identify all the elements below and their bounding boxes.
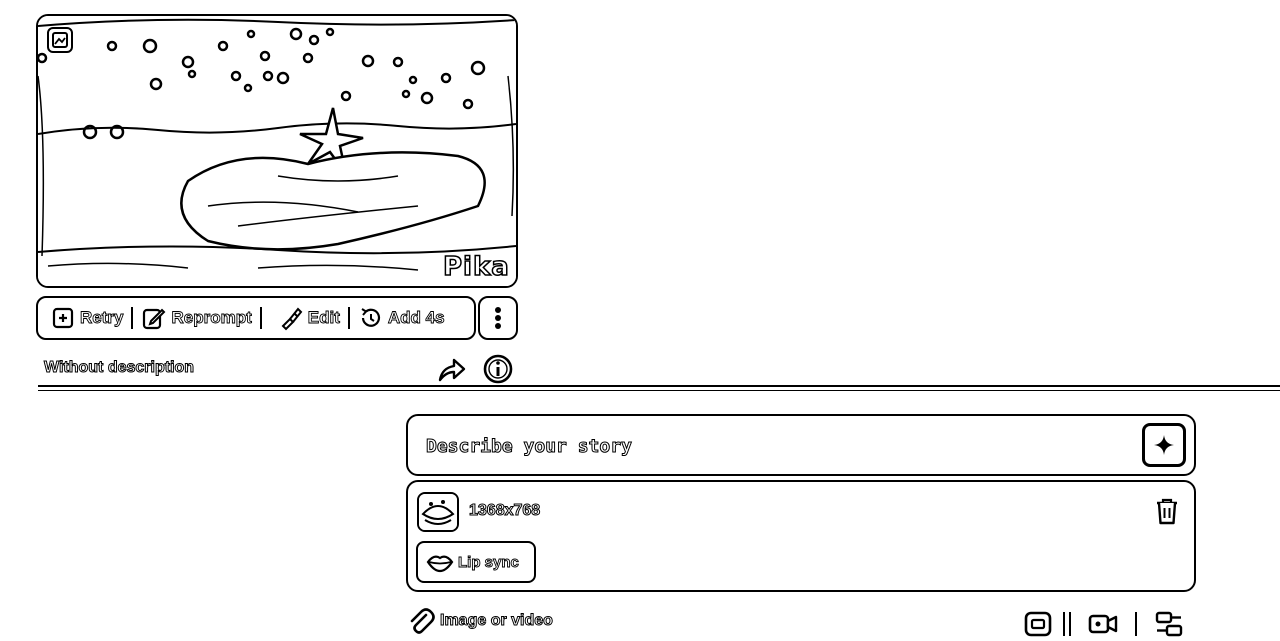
toolbar-separator (1135, 612, 1137, 636)
image-or-video-button[interactable]: Image or video (406, 606, 553, 636)
paperclip-icon (410, 608, 435, 634)
action-separator (131, 307, 134, 329)
image-or-video-label: Image or video (440, 612, 554, 630)
add-4s-label: Add 4s (387, 308, 445, 328)
retry-button[interactable]: Retry (44, 298, 129, 338)
lips-icon (426, 555, 454, 573)
edit-label: Edit (307, 308, 340, 328)
trash-icon[interactable] (1153, 496, 1181, 526)
sparkle-icon (1154, 435, 1174, 455)
section-divider (38, 385, 1280, 387)
retry-label: Retry (80, 308, 124, 328)
lip-sync-label: Lip sync (458, 553, 520, 571)
toolbar-separator (1063, 612, 1065, 636)
video-frame-illustration (38, 16, 516, 286)
section-divider (38, 390, 1280, 391)
clock-add-icon (361, 308, 380, 327)
story-prompt-input[interactable] (426, 432, 1126, 460)
reprompt-icon (143, 308, 166, 330)
more-vertical-icon (495, 307, 501, 329)
pika-watermark: Pika (442, 251, 510, 283)
attachment-thumbnail[interactable] (417, 492, 459, 532)
retry-icon (52, 307, 74, 329)
action-separator (259, 307, 262, 329)
info-icon[interactable] (482, 353, 514, 385)
generate-button[interactable] (1142, 423, 1186, 467)
attachment-resolution: 1368x768 (468, 502, 541, 520)
frame-icon[interactable] (1023, 609, 1053, 639)
video-action-bar: Retry Reprompt Edit Add 4s (36, 296, 476, 340)
settings-icon[interactable] (1154, 609, 1184, 639)
action-separator (347, 307, 350, 329)
video-preview[interactable] (36, 14, 518, 288)
reprompt-label: Reprompt (171, 308, 252, 328)
video-description: Without description (43, 359, 195, 377)
share-icon[interactable] (436, 354, 468, 384)
brush-icon (281, 307, 303, 331)
lip-sync-button[interactable]: Lip sync (416, 541, 536, 583)
more-options-button[interactable] (478, 296, 518, 340)
toolbar-separator (1069, 612, 1071, 636)
edit-button[interactable]: Edit (264, 298, 346, 338)
image-icon[interactable] (47, 27, 73, 53)
add-4s-button[interactable]: Add 4s (352, 298, 451, 338)
reprompt-button[interactable]: Reprompt (135, 298, 257, 338)
attachment-thumbnail-image (419, 494, 457, 530)
camera-icon[interactable] (1088, 609, 1118, 639)
